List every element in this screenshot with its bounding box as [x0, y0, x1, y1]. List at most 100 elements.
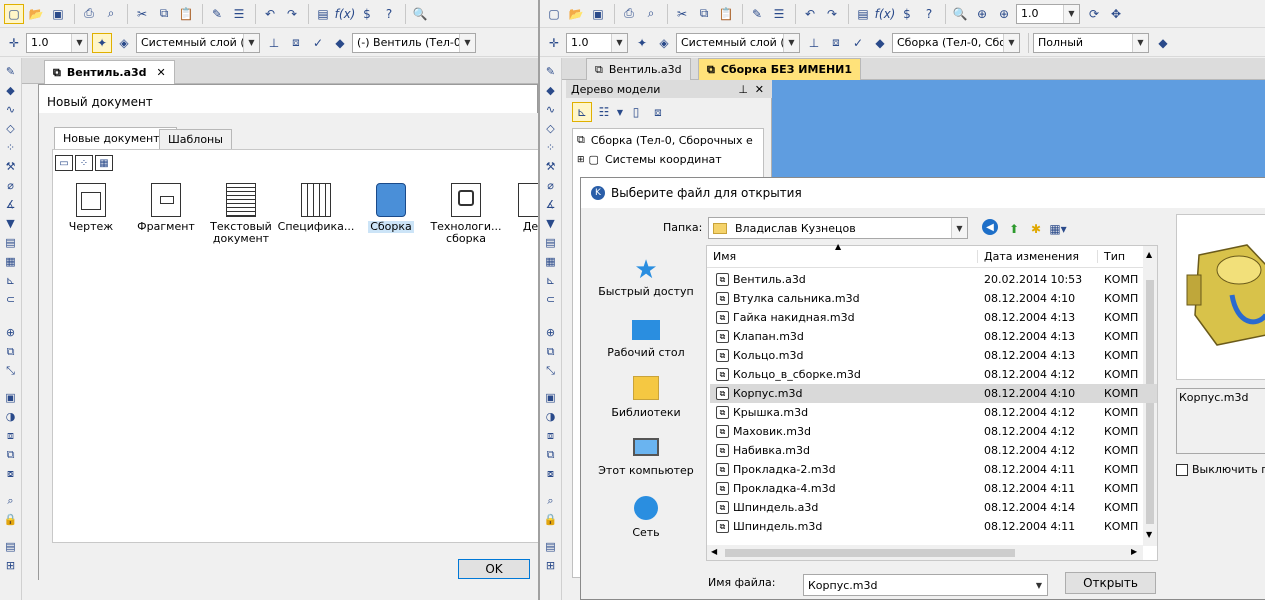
spec-icon[interactable]: ▤	[3, 234, 19, 251]
chevron-down-icon[interactable]: ▼	[783, 33, 799, 52]
function-icon[interactable]: f(x)	[335, 4, 356, 24]
library-icon[interactable]: ⊂	[543, 291, 559, 308]
manager-icon[interactable]: ▤	[313, 4, 333, 24]
format-brush-icon[interactable]: ✎	[207, 4, 227, 24]
lock-icon[interactable]: 🔒	[3, 511, 19, 528]
list-icon[interactable]: ▦	[95, 155, 113, 171]
redo-icon[interactable]: ↷	[822, 4, 842, 24]
filter-icon[interactable]: ▼	[3, 215, 19, 232]
file-row[interactable]: ⧉ Кольцо.m3d 08.12.2004 4:13 КОМП	[710, 346, 1157, 365]
file-row[interactable]: ⧉ Шпиндель.m3d 08.12.2004 4:11 КОМП	[710, 517, 1157, 536]
expand-icon[interactable]: ⊞	[577, 155, 585, 165]
snap-icon[interactable]: ✛	[4, 33, 24, 53]
coordinates-icon[interactable]: ⊥	[804, 33, 824, 53]
tree-export-icon[interactable]: ⧈	[648, 102, 668, 122]
report-icon[interactable]: ▦	[3, 253, 19, 270]
small-icons-icon[interactable]: ⁘	[75, 155, 93, 171]
parameters-icon[interactable]: ▤	[543, 538, 559, 555]
object-combo[interactable]: (-) Вентиль (Тел-0, ▼	[352, 32, 476, 53]
new-file-icon[interactable]: ▢	[544, 4, 564, 24]
cut-icon[interactable]: ✂	[672, 4, 692, 24]
chevron-down-icon[interactable]: ▼	[1132, 33, 1148, 52]
orthogonal-icon[interactable]: ✦	[92, 32, 112, 53]
spline-icon[interactable]: ∿	[543, 101, 559, 118]
filter-icon[interactable]: ✓	[308, 33, 328, 53]
chevron-down-icon[interactable]: ▼	[1003, 33, 1019, 52]
open-button[interactable]: Открыть	[1065, 572, 1156, 594]
clip-icon[interactable]: ⌀	[3, 177, 19, 194]
place-libraries[interactable]: Библиотеки	[588, 374, 704, 419]
doc-item-tech-assembly[interactable]: Технологи... сборка	[428, 183, 504, 245]
new-file-icon[interactable]: ▢	[4, 3, 24, 24]
edit-icon[interactable]: ⊾	[543, 272, 559, 289]
help-icon[interactable]: ?	[379, 4, 399, 24]
hscroll-thumb[interactable]	[725, 549, 1015, 557]
cube-icon[interactable]: ◆	[3, 82, 19, 99]
3d-viewport[interactable]	[772, 80, 1265, 178]
component-icon[interactable]: ▣	[3, 389, 19, 406]
filter-icon[interactable]: ▼	[543, 215, 559, 232]
layer-icon[interactable]: ◈	[114, 33, 134, 53]
orthogonal-icon[interactable]: ✦	[632, 33, 652, 53]
object-icon[interactable]: ◆	[330, 33, 350, 53]
object-combo[interactable]: Сборка (Тел-0, Сбор ▼	[892, 32, 1020, 53]
close-icon[interactable]: ✕	[157, 66, 166, 79]
zoom-icon[interactable]: 🔍	[410, 4, 430, 24]
copy-icon[interactable]: ⧉	[694, 4, 714, 24]
properties-icon[interactable]: ☰	[769, 4, 789, 24]
copy-component-icon[interactable]: ⧈	[3, 427, 19, 444]
chevron-down-icon[interactable]: ▼	[616, 102, 624, 122]
tree-icon[interactable]: ⊞	[543, 557, 559, 574]
array-icon[interactable]: ⁘	[3, 139, 19, 156]
manager-icon[interactable]: ▤	[853, 4, 873, 24]
tree-page-icon[interactable]: ▯	[626, 102, 646, 122]
section-icon[interactable]: ⧇	[3, 465, 19, 482]
place-network[interactable]: Сеть	[588, 494, 704, 539]
tab-ventil-right[interactable]: ⧉ Вентиль.a3d	[586, 58, 691, 80]
rotate-icon[interactable]: ⟳	[1084, 4, 1104, 24]
file-row[interactable]: ⧉ Клапан.m3d 08.12.2004 4:13 КОМП	[710, 327, 1157, 346]
chevron-down-icon[interactable]: ▼	[1031, 575, 1047, 595]
display-mode-combo[interactable]: Полный ▼	[1033, 32, 1149, 53]
array-icon[interactable]: ⁘	[543, 139, 559, 156]
zoom-combo[interactable]: 1.0 ▼	[1016, 3, 1080, 24]
file-list-hscrollbar[interactable]: ◀ ▶	[707, 545, 1143, 560]
print-icon[interactable]: ⎙	[79, 4, 99, 24]
tab-assembly-unnamed[interactable]: ⧉ Сборка БЕЗ ИМЕНИ1	[698, 58, 862, 80]
filename-combo[interactable]: Корпус.m3d ▼	[803, 574, 1048, 596]
file-row[interactable]: ⧉ Крышка.m3d 08.12.2004 4:12 КОМП	[710, 403, 1157, 422]
function-icon[interactable]: f(x)	[875, 4, 896, 24]
undo-icon[interactable]: ↶	[260, 4, 280, 24]
save-icon[interactable]: ▣	[588, 4, 608, 24]
file-row[interactable]: ⧉ Прокладка-2.m3d 08.12.2004 4:11 КОМП	[710, 460, 1157, 479]
pan-icon[interactable]: ✥	[1106, 4, 1126, 24]
insert-icon[interactable]: ◑	[543, 408, 559, 425]
ok-button[interactable]: OK	[458, 559, 530, 579]
pin-icon[interactable]: ⊥	[738, 83, 748, 96]
print-icon[interactable]: ⎙	[619, 4, 639, 24]
tools-icon[interactable]: ⚒	[543, 158, 559, 175]
layer-combo[interactable]: Системный слой (0) ▼	[676, 32, 800, 53]
layer-combo[interactable]: Системный слой (0) ▼	[136, 32, 260, 53]
save-icon[interactable]: ▣	[48, 4, 68, 24]
spline-icon[interactable]: ∿	[3, 101, 19, 118]
doc-item-detail[interactable]: Де	[503, 183, 538, 233]
column-header-name[interactable]: Имя ▲	[707, 242, 978, 263]
move-icon[interactable]: ⤡	[3, 362, 19, 379]
mirror-icon[interactable]: ⧉	[543, 446, 559, 463]
undo-icon[interactable]: ↶	[800, 4, 820, 24]
layer-icon[interactable]: ◈	[654, 33, 674, 53]
place-this-pc[interactable]: Этот компьютер	[588, 434, 704, 477]
measure-icon[interactable]: ∡	[3, 196, 19, 213]
open-folder-icon[interactable]: 📂	[566, 4, 586, 24]
place-quick-access[interactable]: ★ Быстрый доступ	[588, 255, 704, 298]
coordinates-icon[interactable]: ⊥	[264, 33, 284, 53]
perspective-icon[interactable]: ◆	[1153, 33, 1173, 53]
folder-combo[interactable]: Владислав Кузнецов ▼	[708, 217, 968, 239]
copy-component-icon[interactable]: ⧈	[543, 427, 559, 444]
file-row[interactable]: ⧉ Втулка сальника.m3d 08.12.2004 4:10 КОМП	[710, 289, 1157, 308]
spec-icon[interactable]: ▤	[543, 234, 559, 251]
paste-icon[interactable]: 📋	[176, 4, 196, 24]
library-icon[interactable]: ⊂	[3, 291, 19, 308]
scroll-left-icon[interactable]: ◀	[711, 547, 717, 556]
